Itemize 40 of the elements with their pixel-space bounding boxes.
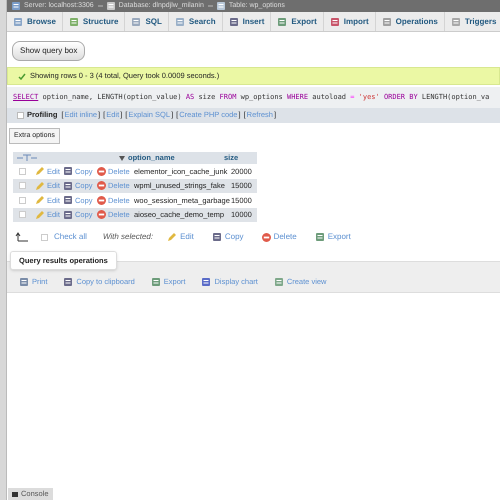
- pencil-icon: [35, 166, 45, 176]
- separator-icon: [208, 4, 213, 8]
- row-checkbox[interactable]: [19, 196, 26, 204]
- row-checkbox[interactable]: [19, 211, 26, 218]
- bulk-action-link[interactable]: Copy: [212, 231, 244, 243]
- profiling-checkbox[interactable]: [17, 112, 24, 118]
- check-icon: [18, 72, 26, 80]
- row-checkbox[interactable]: [19, 168, 26, 175]
- lines-icon: [450, 16, 461, 26]
- check-all-link[interactable]: Check all: [54, 231, 87, 243]
- check-all-checkbox[interactable]: [41, 234, 48, 240]
- tab[interactable]: Triggers: [444, 12, 500, 31]
- delete-icon: [97, 166, 106, 176]
- console-icon: [12, 492, 18, 496]
- tab[interactable]: Operations: [376, 12, 445, 31]
- tab[interactable]: Search: [168, 12, 223, 31]
- delete-icon: [97, 210, 106, 220]
- column-toggle-icon[interactable]: [16, 154, 38, 162]
- show-query-button[interactable]: Show query box: [12, 41, 86, 61]
- select-arrow-icon: [15, 232, 29, 242]
- with-selected-label: With selected:: [102, 231, 154, 243]
- separator-icon: [98, 4, 103, 8]
- tab[interactable]: Import: [324, 12, 376, 31]
- bulk-action-link[interactable]: Delete: [262, 231, 297, 243]
- tab[interactable]: Structure: [62, 12, 126, 31]
- pencil-icon: [35, 195, 45, 206]
- delete-icon: [97, 196, 106, 205]
- tab[interactable]: SQL: [125, 12, 169, 31]
- bulk-action-link[interactable]: Export: [314, 231, 351, 243]
- sort-icon: [119, 156, 125, 160]
- tab[interactable]: Export: [271, 12, 324, 31]
- delete-icon: [262, 232, 271, 242]
- delete-icon: [97, 181, 106, 190]
- tab[interactable]: Insert: [222, 12, 272, 31]
- pencil-icon: [35, 180, 45, 191]
- pencil-icon: [167, 232, 178, 242]
- pencil-icon: [35, 210, 45, 220]
- bulk-action-link[interactable]: Edit: [167, 231, 194, 243]
- row-checkbox[interactable]: [19, 182, 26, 190]
- tab[interactable]: Browse: [7, 12, 63, 31]
